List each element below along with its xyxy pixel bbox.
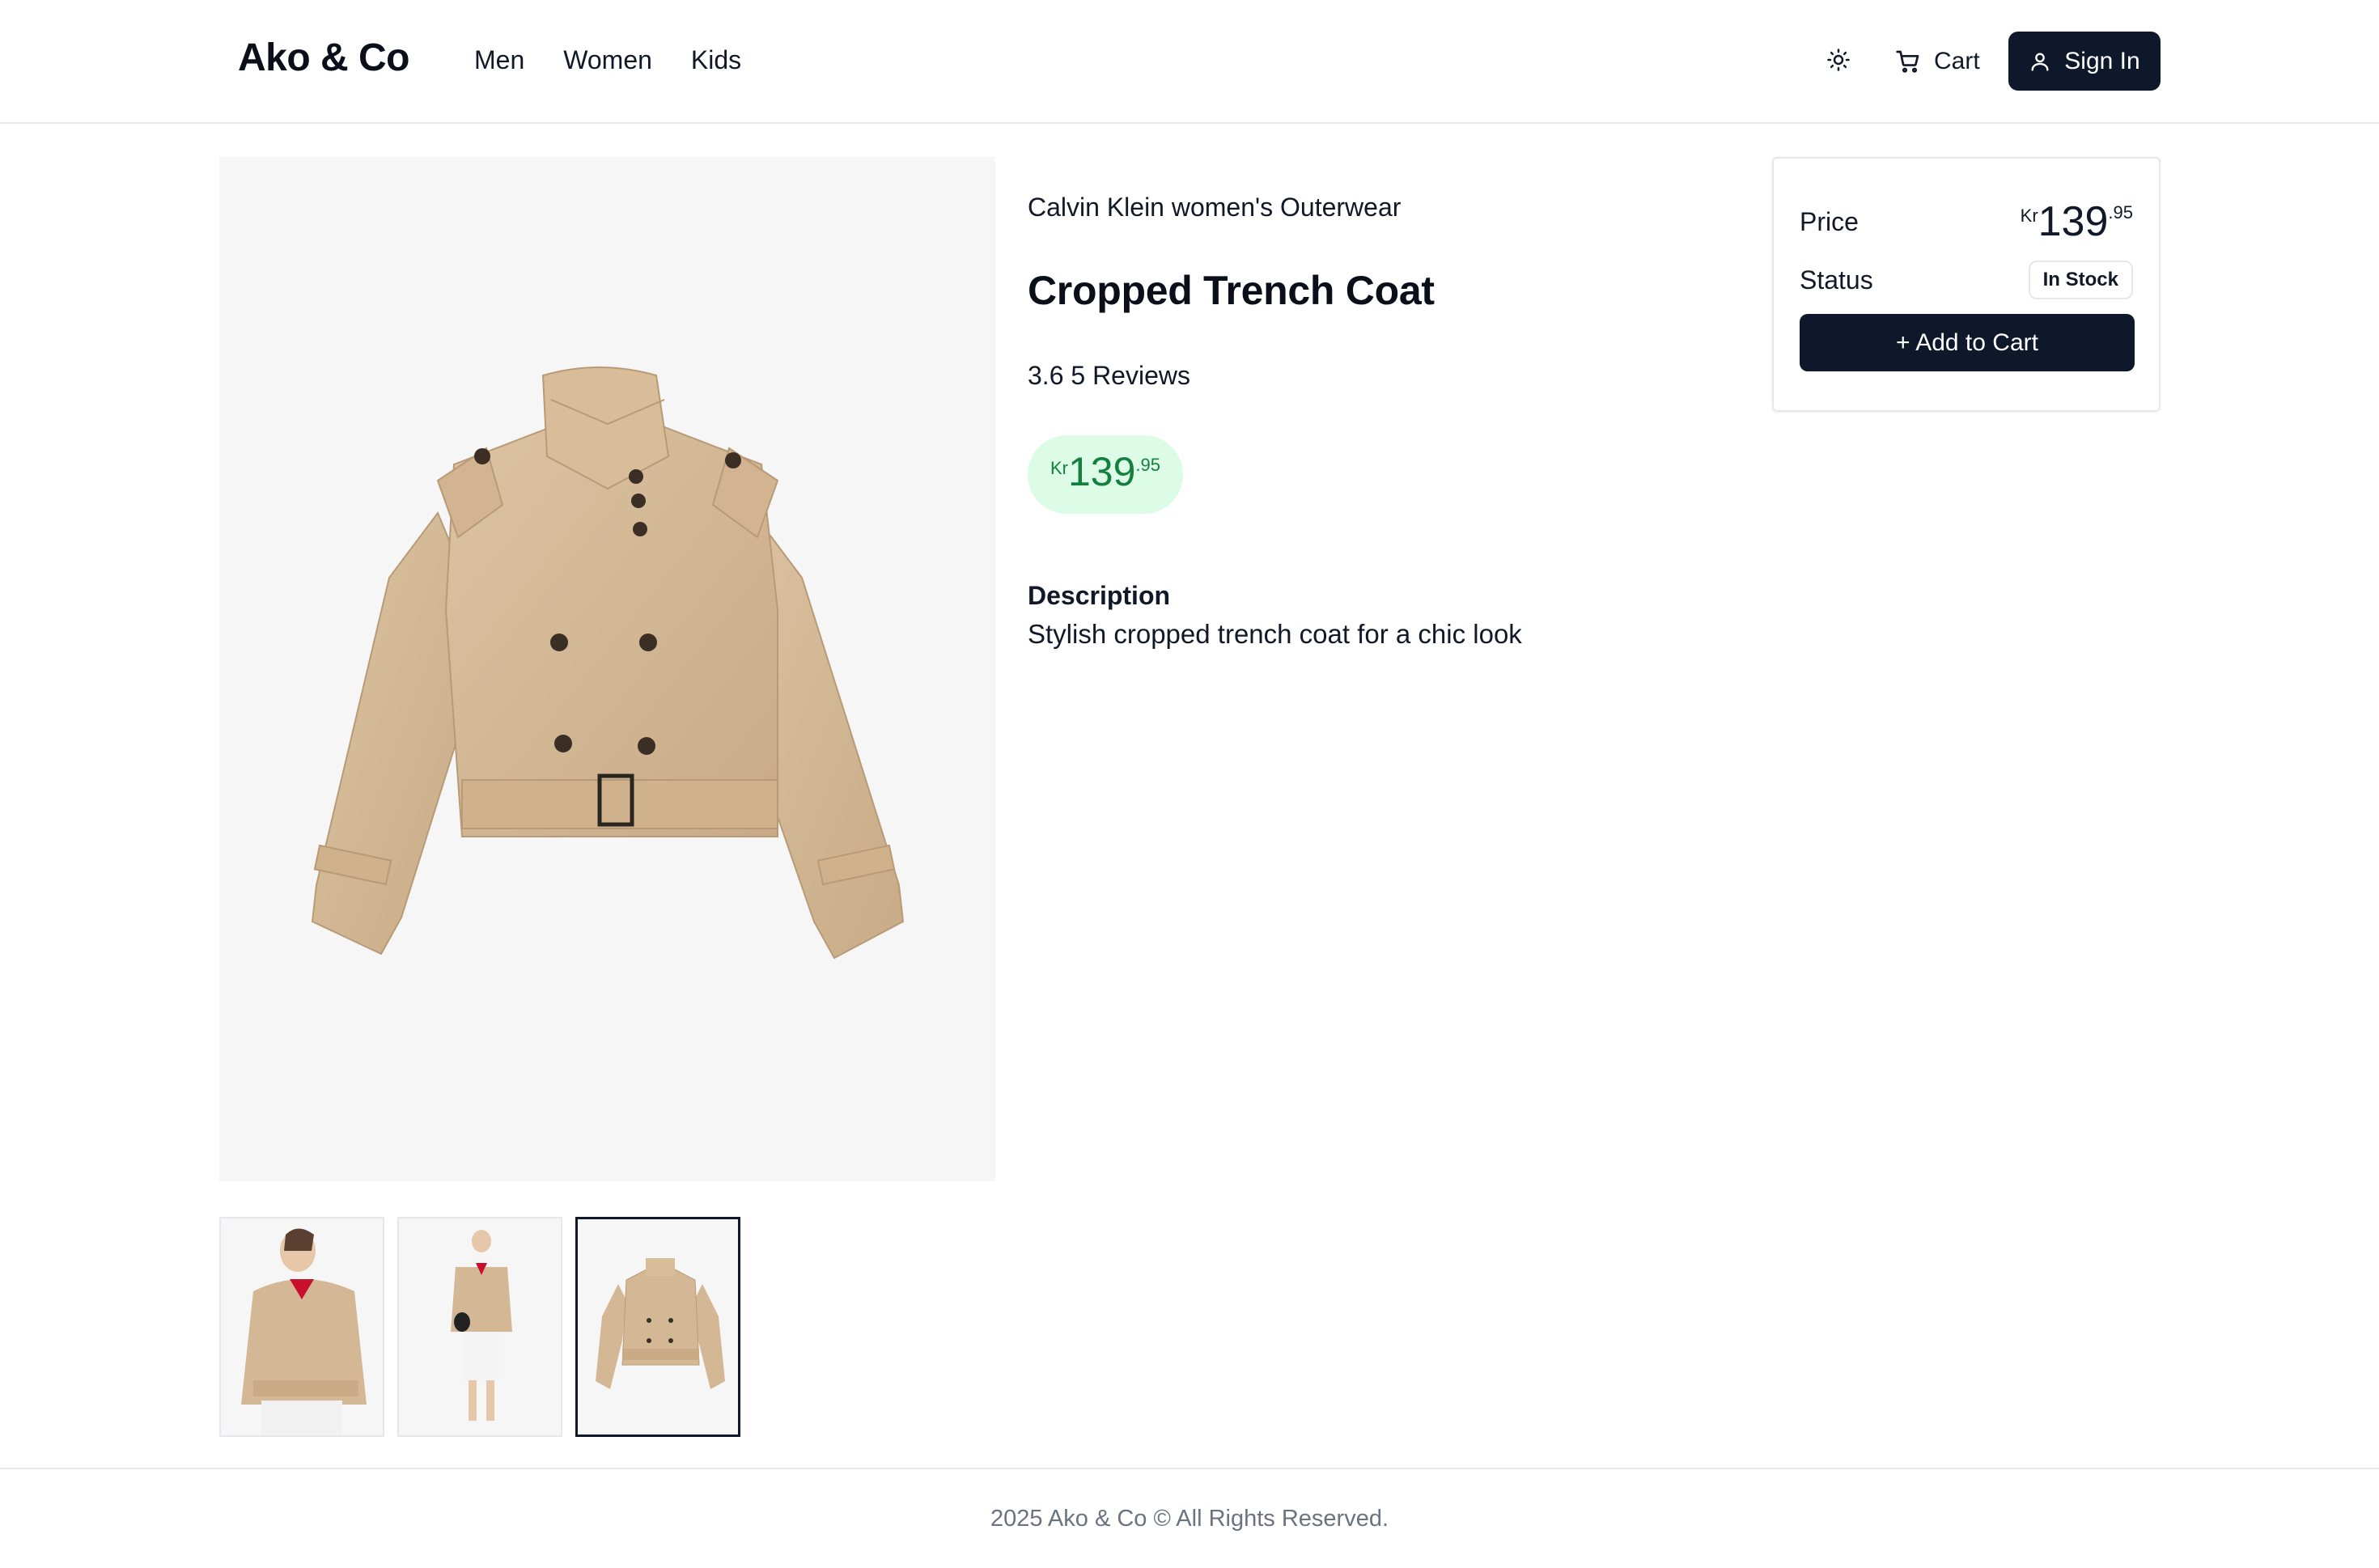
card-status-label: Status (1800, 265, 1873, 295)
product-brand-category: Calvin Klein women's Outerwear (1028, 193, 1402, 222)
sign-in-button[interactable]: Sign In (2008, 32, 2161, 91)
sun-icon (1827, 49, 1850, 71)
add-to-cart-button[interactable]: + Add to Cart (1800, 314, 2135, 371)
cart-label: Cart (1934, 48, 1980, 74)
main-nav: Men Women Kids (474, 45, 741, 75)
sign-in-label: Sign In (2064, 47, 2140, 74)
nav-link-men[interactable]: Men (474, 45, 524, 75)
model-full-image (451, 1230, 512, 1421)
user-icon (2031, 53, 2049, 71)
coat-flat-image (596, 1258, 725, 1389)
description-heading: Description (1028, 581, 1171, 610)
thumbnail-gallery (219, 1217, 740, 1437)
card-price-currency: Kr (2020, 206, 2038, 226)
product-rating[interactable]: 3.6 5 Reviews (1028, 361, 1190, 391)
cart-icon (1896, 50, 1919, 73)
trench-coat-image (311, 367, 905, 960)
product-price-badge: Kr 139 .95 (1028, 435, 1183, 514)
stock-status-badge: In Stock (2028, 261, 2133, 299)
site-header: Ako & Co Men Women Kids Cart Sign In (0, 0, 2379, 124)
thumbnail-model-full[interactable] (397, 1217, 562, 1437)
model-front-image (241, 1228, 367, 1435)
product-title: Cropped Trench Coat (1028, 268, 1435, 313)
theme-toggle-button[interactable] (1821, 42, 1856, 78)
main-product-image[interactable] (219, 157, 995, 1181)
thumbnail-coat-flat[interactable] (575, 1217, 740, 1437)
thumbnail-model-front[interactable] (219, 1217, 384, 1437)
card-price-value: Kr 139 .95 (2021, 201, 2133, 243)
card-price-whole: 139 (2038, 198, 2109, 245)
nav-link-kids[interactable]: Kids (691, 45, 741, 75)
nav-link-women[interactable]: Women (563, 45, 652, 75)
card-price-label: Price (1800, 206, 1859, 236)
price-whole: 139 (1067, 449, 1136, 494)
price-currency: Kr (1050, 458, 1068, 478)
card-price-row: Price Kr 139 .95 (1800, 201, 2133, 243)
site-logo[interactable]: Ako & Co (238, 36, 410, 80)
purchase-card: Price Kr 139 .95 Status In Stock + Add t… (1772, 157, 2161, 412)
footer-copyright: 2025 Ako & Co © All Rights Reserved. (990, 1505, 1389, 1532)
cart-button[interactable]: Cart (1895, 39, 1980, 84)
card-status-row: Status In Stock (1800, 261, 2133, 299)
price-fraction: .95 (1135, 455, 1161, 475)
card-price-fraction: .95 (2108, 202, 2133, 222)
site-footer: 2025 Ako & Co © All Rights Reserved. (0, 1468, 2379, 1568)
description-text: Stylish cropped trench coat for a chic l… (1028, 619, 1522, 649)
